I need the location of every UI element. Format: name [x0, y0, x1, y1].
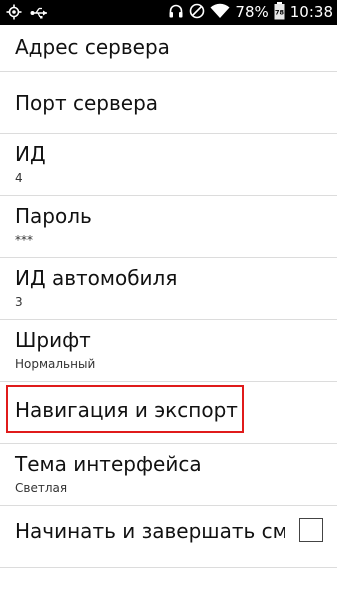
preferences-list: Адрес сервера Порт сервера ИД 4 Пароль *…: [0, 25, 337, 568]
headset-icon: [168, 3, 184, 23]
pref-title: Шрифт: [15, 328, 91, 352]
shift-checkbox[interactable]: [299, 518, 323, 542]
pref-interface-theme[interactable]: Тема интерфейса Светлая: [0, 444, 337, 506]
pref-summary: Нормальный: [15, 357, 96, 371]
pref-title: ИД: [15, 142, 46, 166]
pref-title: Адрес сервера: [15, 35, 170, 59]
wifi-icon: [210, 3, 230, 23]
pref-title: Порт сервера: [15, 91, 159, 115]
pref-font[interactable]: Шрифт Нормальный: [0, 320, 337, 382]
pref-summary: ***: [15, 233, 33, 247]
pref-summary: Светлая: [15, 481, 68, 495]
pref-server-port[interactable]: Порт сервера: [0, 72, 337, 134]
pref-id[interactable]: ИД 4: [0, 134, 337, 196]
status-bar: 78% 78 10:38: [0, 0, 337, 25]
pref-server-address[interactable]: Адрес сервера: [0, 25, 337, 72]
pref-title: Навигация и экспорт: [15, 398, 238, 422]
pref-summary: 3: [15, 295, 23, 309]
gps-icon: [6, 4, 22, 24]
pref-title: Пароль: [15, 204, 92, 228]
battery-percent: 78%: [235, 3, 269, 21]
no-sim-icon: [189, 3, 205, 23]
pref-vehicle-id[interactable]: ИД автомобиля 3: [0, 258, 337, 320]
pref-summary: 4: [15, 171, 23, 185]
pref-password[interactable]: Пароль ***: [0, 196, 337, 258]
battery-icon: 78: [274, 1, 285, 24]
pref-title: ИД автомобиля: [15, 266, 178, 290]
clock: 10:38: [289, 3, 333, 21]
status-bar-right: 78% 78 10:38: [168, 1, 333, 24]
status-bar-left: [6, 4, 48, 24]
pref-navigation-export[interactable]: Навигация и экспорт: [0, 382, 337, 444]
pref-shift-start-end[interactable]: Начинать и завершать смену: [0, 506, 337, 568]
usb-icon: [30, 5, 48, 24]
pref-title: Тема интерфейса: [15, 452, 202, 476]
svg-text:78: 78: [275, 8, 285, 16]
pref-title: Начинать и завершать смену: [15, 519, 285, 543]
